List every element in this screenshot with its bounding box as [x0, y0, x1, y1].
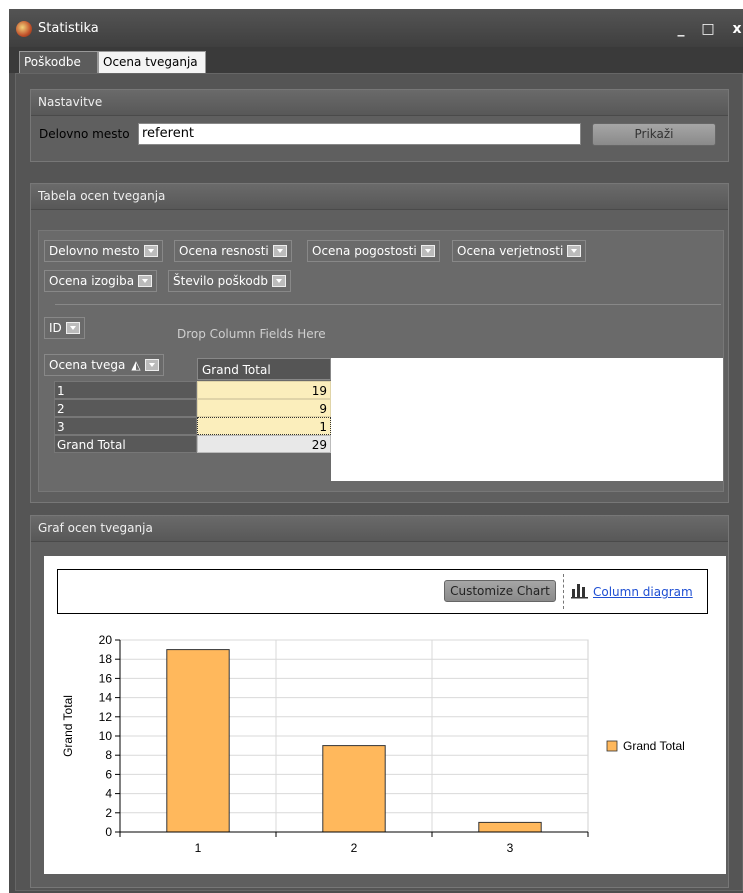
- filter-field-ocena-izogiba[interactable]: Ocena izogiba: [44, 270, 158, 292]
- minimize-button[interactable]: _: [671, 19, 691, 39]
- filter-field-label: Delovno mesto: [49, 244, 140, 258]
- risk-chart-panel: Graf ocen tveganja Customize Chart Colum…: [30, 515, 729, 888]
- filter-field-label: Ocena izogiba: [49, 274, 135, 288]
- data-cell[interactable]: 19: [197, 381, 331, 399]
- legend-swatch: [606, 740, 618, 752]
- delovno-mesto-label: Delovno mesto: [39, 127, 130, 141]
- pivot-data-area: [331, 358, 723, 481]
- filter-field-delovno-mesto[interactable]: Delovno mesto: [44, 240, 163, 262]
- y-tick-label: 8: [105, 748, 112, 762]
- grand-total-cell: 29: [197, 435, 331, 453]
- dropdown-icon[interactable]: [143, 244, 158, 257]
- y-tick-label: 4: [105, 787, 112, 801]
- filter-field-ocena-verjetnosti[interactable]: Ocena verjetnosti: [452, 240, 587, 262]
- delovno-mesto-input[interactable]: referent: [138, 123, 581, 145]
- tab-bar: Poškodbe Ocena tveganja: [9, 47, 743, 73]
- x-tick-label: 2: [351, 841, 358, 855]
- maximize-icon: □: [701, 21, 715, 37]
- window-title: Statistika: [38, 21, 99, 36]
- close-button[interactable]: x: [727, 19, 743, 39]
- dropdown-icon[interactable]: [272, 244, 287, 257]
- risk-table-panel-title: Tabela ocen tveganja: [31, 184, 728, 210]
- tab-poskodbe[interactable]: Poškodbe: [19, 51, 98, 73]
- y-axis-label: Grand Total: [61, 695, 75, 757]
- row-label: 3: [54, 417, 197, 435]
- x-tick-label: 1: [195, 841, 202, 855]
- bar[interactable]: [478, 821, 542, 833]
- legend-label: Grand Total: [623, 739, 685, 753]
- y-tick-label: 12: [99, 710, 113, 724]
- filter-field-label: Ocena pogostosti: [312, 244, 417, 258]
- row-label: 1: [54, 381, 197, 399]
- data-cell-selected[interactable]: 1: [197, 417, 331, 435]
- app-icon: [16, 21, 32, 37]
- y-tick-label: 20: [99, 633, 113, 647]
- dropdown-icon[interactable]: [138, 274, 153, 287]
- grand-total-header: Grand Total: [197, 358, 331, 380]
- x-tick-label: 3: [507, 841, 514, 855]
- filter-field-ocena-resnosti[interactable]: Ocena resnosti: [174, 240, 292, 262]
- filter-field-label: Ocena verjetnosti: [457, 244, 564, 258]
- maximize-button[interactable]: □: [698, 19, 718, 39]
- pivot-separator: [55, 304, 721, 305]
- row-header-field[interactable]: Ocena tvega ◭: [44, 354, 164, 376]
- prikazi-button[interactable]: Prikaži: [592, 123, 716, 146]
- row-field-id[interactable]: ID: [44, 317, 85, 339]
- risk-chart-panel-title: Graf ocen tveganja: [31, 516, 728, 542]
- grand-total-row-label: Grand Total: [54, 435, 197, 453]
- filter-field-label: Število poškodb: [173, 274, 268, 288]
- y-tick-label: 16: [99, 671, 113, 685]
- y-tick-label: 10: [99, 729, 113, 743]
- dropdown-icon[interactable]: [144, 358, 159, 371]
- filter-field-label: Ocena resnosti: [179, 244, 269, 258]
- filter-field-ocena-pogostosti[interactable]: Ocena pogostosti: [307, 240, 440, 262]
- risk-table-panel: Tabela ocen tveganja Delovno mesto Ocena…: [30, 183, 729, 503]
- tab-ocena-tveganja[interactable]: Ocena tveganja: [98, 51, 206, 73]
- bar[interactable]: [166, 649, 230, 833]
- settings-panel: Nastavitve Delovno mesto referent Prikaž…: [30, 89, 729, 162]
- y-tick-label: 0: [105, 825, 112, 839]
- row-label: 2: [54, 399, 197, 417]
- column-drop-hint: Drop Column Fields Here: [177, 327, 326, 341]
- dropdown-icon[interactable]: [271, 274, 286, 287]
- row-field-label: ID: [49, 321, 62, 335]
- minimize-icon: _: [677, 21, 685, 37]
- column-chart: 024681012141618201 2 3 Grand Total Grand T…: [61, 633, 685, 855]
- row-header-label: Ocena tvega: [49, 358, 126, 372]
- y-tick-label: 6: [105, 767, 112, 781]
- dropdown-icon[interactable]: [65, 321, 80, 334]
- app-window: Statistika _ □ x Poškodbe Ocena tveganja…: [9, 9, 743, 893]
- y-tick-label: 14: [99, 691, 113, 705]
- y-tick-label: 2: [105, 806, 112, 820]
- pivot-grid: Delovno mesto Ocena resnosti Ocena pogos…: [38, 230, 724, 492]
- bar[interactable]: [322, 745, 386, 833]
- title-bar: Statistika _ □ x: [9, 9, 743, 47]
- sort-icon: ◭: [131, 358, 141, 372]
- chart-area: Customize Chart Column diagram 0 2 4 6 8 10 12…: [44, 556, 726, 874]
- filter-field-stevilo-poskodb[interactable]: Število poškodb: [168, 270, 291, 292]
- data-cell[interactable]: 9: [197, 399, 331, 417]
- tab-content: Nastavitve Delovno mesto referent Prikaž…: [15, 73, 743, 891]
- dropdown-icon[interactable]: [420, 244, 435, 257]
- y-tick-label: 18: [99, 652, 113, 666]
- settings-panel-title: Nastavitve: [31, 90, 728, 116]
- dropdown-icon[interactable]: [567, 244, 582, 257]
- close-icon: x: [732, 21, 742, 37]
